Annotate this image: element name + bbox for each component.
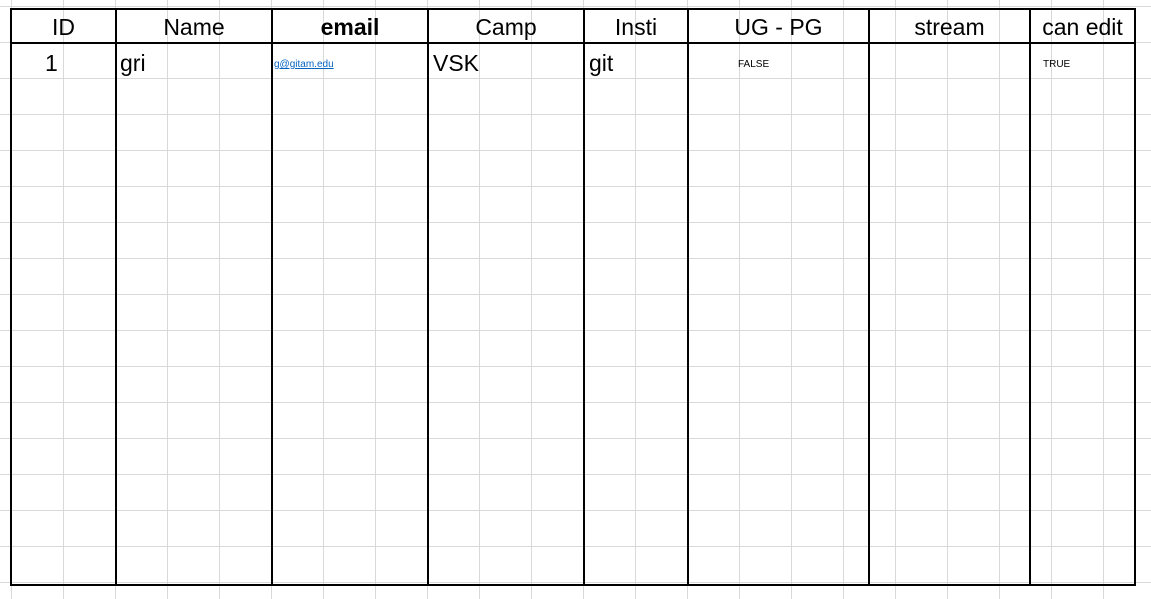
cell-id[interactable]: 1 <box>45 46 58 80</box>
cell-can-edit[interactable]: TRUE <box>1043 46 1070 80</box>
cell-email-link[interactable]: g@gitam.edu <box>274 46 334 80</box>
header-email[interactable]: email <box>273 10 427 42</box>
cell-insti[interactable]: git <box>589 46 613 80</box>
column-divider <box>427 10 429 584</box>
header-id[interactable]: ID <box>12 10 115 42</box>
column-divider <box>271 10 273 584</box>
header-ug-pg[interactable]: UG - PG <box>689 10 868 42</box>
column-divider <box>687 10 689 584</box>
column-divider <box>115 10 117 584</box>
header-insti[interactable]: Insti <box>585 10 687 42</box>
column-divider <box>868 10 870 584</box>
column-divider <box>583 10 585 584</box>
header-name[interactable]: Name <box>117 10 271 42</box>
cell-name[interactable]: gri <box>120 46 146 80</box>
cell-camp[interactable]: VSK <box>433 46 479 80</box>
data-table: ID Name email Camp Insti UG - PG stream … <box>10 8 1136 586</box>
header-divider <box>12 42 1134 44</box>
column-divider <box>1029 10 1031 584</box>
spreadsheet-grid[interactable]: ID Name email Camp Insti UG - PG stream … <box>0 0 1151 599</box>
header-stream[interactable]: stream <box>870 10 1029 42</box>
header-camp[interactable]: Camp <box>429 10 583 42</box>
cell-ug-pg[interactable]: FALSE <box>738 46 769 80</box>
header-can-edit[interactable]: can edit <box>1031 10 1134 42</box>
